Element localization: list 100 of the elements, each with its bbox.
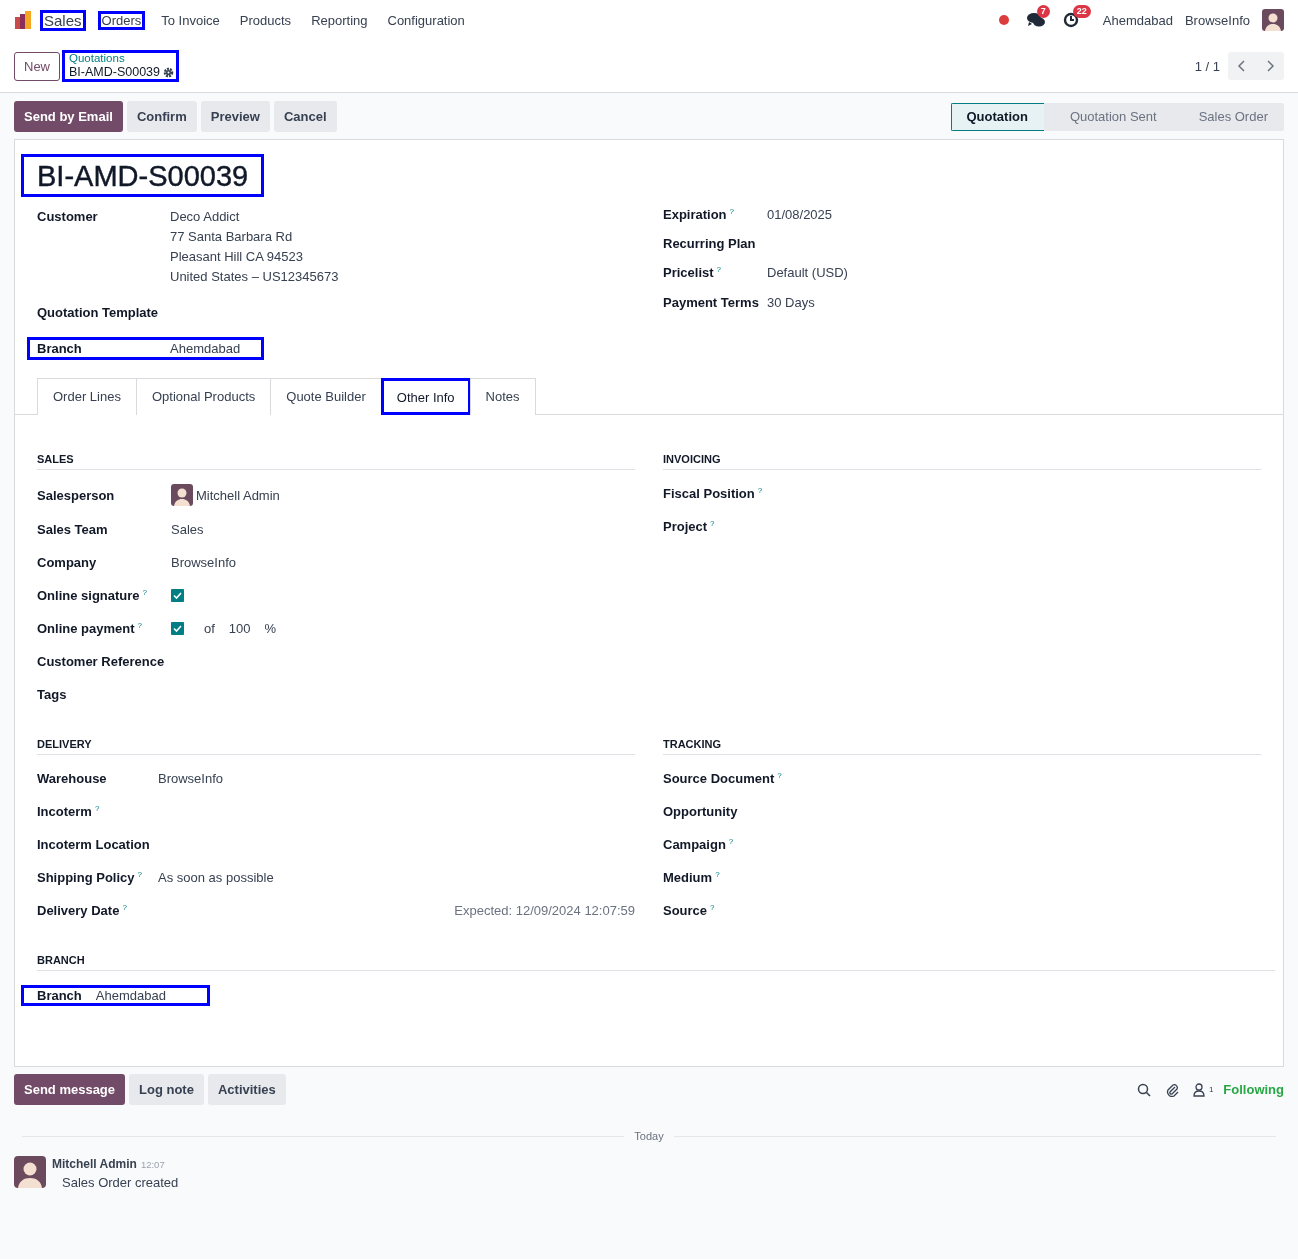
company-switcher[interactable]: BrowseInfo — [1184, 12, 1250, 28]
field-label: Delivery Date $^{?}$ — [37, 902, 128, 919]
field-value: Mitchell Admin — [196, 487, 280, 503]
message-time: 12:07 — [140, 1159, 165, 1170]
tab[interactable]: Other Info — [380, 378, 471, 415]
field-value: 77 Santa Barbara Rd — [170, 229, 294, 244]
field-label: Incoterm $^{?}$ — [37, 803, 101, 820]
field-label: Salesperson — [37, 487, 116, 503]
field-label: Pricelist $^{?}$ — [663, 265, 723, 281]
section-title: INVOICING — [663, 453, 1261, 470]
help-mark: ? — [715, 869, 720, 879]
field-label: Quotation Template — [37, 305, 160, 320]
field-label: Customer Reference — [37, 654, 166, 669]
send-message-button[interactable]: Send message — [14, 1074, 126, 1105]
field-value: Deco Addict — [170, 209, 241, 224]
action-button[interactable]: Cancel — [273, 101, 337, 132]
field-label: Campaign $^{?}$ — [663, 836, 735, 853]
branch-switcher[interactable]: Ahemdabad — [1102, 12, 1173, 28]
chatter-button[interactable]: Log note — [129, 1074, 204, 1105]
field-label: Tags — [37, 687, 68, 702]
clock-icon[interactable] — [1062, 12, 1079, 28]
tab[interactable]: Order Lines — [37, 378, 137, 415]
app-logo-icon[interactable] — [14, 10, 34, 30]
follower-count: 1 — [1208, 1085, 1214, 1094]
breadcrumb-link[interactable]: Quotations — [69, 51, 175, 65]
new-button[interactable]: New — [14, 51, 60, 81]
status-step[interactable]: Sales Order — [1172, 102, 1284, 131]
field-label: Project $^{?}$ — [663, 518, 716, 535]
section-title: DELIVERY — [37, 738, 635, 755]
author-avatar-icon — [14, 1156, 46, 1188]
user-icon[interactable] — [1192, 1082, 1205, 1097]
menu-item[interactable]: Reporting — [307, 10, 372, 30]
field-label: Branch — [37, 988, 82, 1003]
menu-item[interactable]: To Invoice — [157, 10, 224, 30]
help-mark: ? — [729, 207, 735, 216]
message-author[interactable]: Mitchell Admin — [52, 1157, 137, 1171]
percent-sign: % — [264, 621, 277, 636]
gear-icon[interactable] — [163, 66, 175, 78]
help-mark: ? — [716, 265, 722, 275]
field-label: Recurring Plan — [663, 236, 757, 252]
action-button[interactable]: Confirm — [126, 101, 197, 132]
percentage-value[interactable]: 100 — [228, 621, 251, 636]
section-title: BRANCH — [37, 954, 1275, 971]
field-label: Warehouse — [37, 771, 108, 786]
checkbox[interactable] — [171, 589, 184, 602]
field-label: Shipping Policy $^{?}$ — [37, 869, 143, 886]
send-email-button[interactable]: Send by Email — [14, 101, 123, 132]
help-mark: ? — [142, 587, 148, 597]
record-title: BI-AMD-S00039 — [21, 154, 265, 197]
status-step[interactable]: Quotation Sent — [1043, 102, 1173, 131]
field-label: Customer — [37, 209, 99, 224]
status-dot-icon[interactable] — [998, 15, 1009, 25]
salesperson-avatar-icon — [171, 484, 193, 506]
date-separator: Today — [22, 1130, 1276, 1142]
field-label: Sales Team — [37, 522, 109, 537]
user-avatar-icon[interactable] — [1262, 9, 1284, 31]
field-value: Ahemdabad — [170, 341, 242, 356]
field-text: of — [204, 621, 215, 636]
notification-badge: 22 — [1072, 5, 1091, 18]
chat-bubbles-icon[interactable] — [1026, 12, 1045, 28]
status-step[interactable]: Quotation — [950, 102, 1044, 131]
field-value: Pleasant Hill CA 94523 — [170, 249, 304, 264]
field-label: Opportunity — [663, 804, 739, 819]
help-mark: ? — [137, 620, 142, 630]
field-label: Company — [37, 555, 98, 570]
chatter-button[interactable]: Activities — [207, 1074, 286, 1105]
field-label: Source Document $^{?}$ — [663, 770, 783, 787]
menu-item[interactable]: Orders — [97, 10, 146, 30]
record-name: BI-AMD-S00039 — [69, 65, 161, 79]
pager-counter[interactable]: 1 / 1 — [1194, 58, 1220, 74]
field-value: Sales — [171, 522, 204, 537]
expected-date: Expected: 12/09/2024 12:07:59 — [453, 903, 635, 918]
message-body: Sales Order created — [62, 1175, 179, 1190]
field-label: Medium $^{?}$ — [663, 869, 721, 886]
menu-item[interactable]: Products — [235, 10, 296, 30]
paperclip-icon[interactable] — [1164, 1082, 1179, 1097]
help-mark: ? — [122, 902, 127, 912]
field-value: 30 Days — [767, 294, 816, 310]
checkbox[interactable] — [171, 622, 184, 635]
help-mark: ? — [757, 485, 763, 495]
tab[interactable]: Notes — [469, 378, 536, 415]
search-icon[interactable] — [1136, 1082, 1151, 1097]
field-label: Incoterm Location — [37, 837, 151, 852]
action-button[interactable]: Preview — [200, 101, 270, 132]
field-label: Source $^{?}$ — [663, 902, 716, 919]
field-value: BrowseInfo — [158, 771, 224, 786]
menu-item[interactable]: Configuration — [383, 10, 469, 30]
help-mark: ? — [710, 518, 715, 528]
field-value: Ahemdabad — [95, 988, 166, 1003]
tab[interactable]: Quote Builder — [270, 378, 382, 415]
app-name[interactable]: Sales — [40, 9, 86, 31]
notification-badge: 7 — [1036, 5, 1050, 18]
field-label: Expiration $^{?}$ — [663, 207, 736, 223]
field-label: Online signature $^{?}$ — [37, 587, 149, 604]
help-mark: ? — [777, 770, 782, 780]
field-label: Branch — [37, 341, 83, 356]
field-value: United States – US12345673 — [170, 269, 340, 284]
tab[interactable]: Optional Products — [135, 378, 272, 415]
field-label: Online payment $^{?}$ — [37, 620, 143, 637]
help-mark: ? — [710, 902, 715, 912]
